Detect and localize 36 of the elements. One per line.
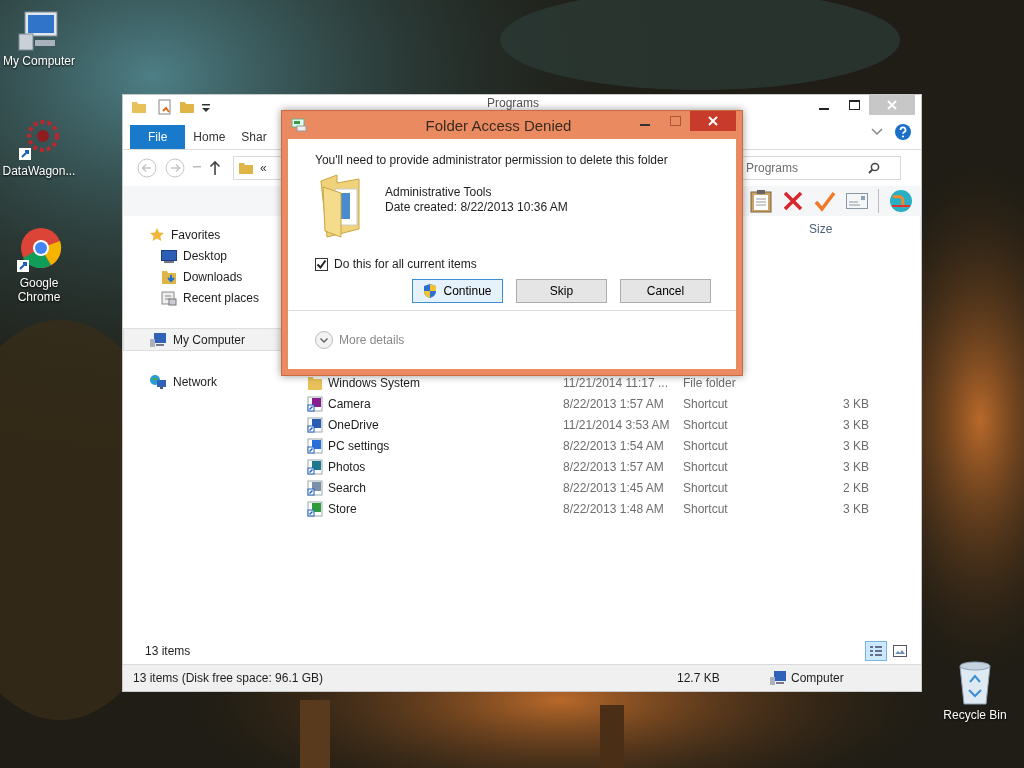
date-cell-text: 8/22/2013 1:54 AM bbox=[563, 438, 665, 453]
size-cell-text: 3 KB bbox=[842, 501, 869, 516]
date-cell-text: 11/21/2014 11:17 ... bbox=[563, 375, 669, 390]
nav-label: Desktop bbox=[183, 248, 228, 263]
date-cell-text: 11/21/2014 3:53 AM bbox=[563, 417, 671, 432]
size-cell-text: 3 KB bbox=[842, 396, 869, 411]
item-date: Date created: 8/22/2013 10:36 AM bbox=[385, 200, 568, 215]
nav-label: Recent places bbox=[183, 290, 260, 305]
dialog-title: Folder Access Denied bbox=[424, 116, 573, 134]
type-cell-text: Shortcut bbox=[683, 438, 729, 453]
date-cell-text: 8/22/2013 1:48 AM bbox=[563, 501, 665, 516]
status-size: 12.7 KB bbox=[677, 671, 721, 685]
type-cell-text: Shortcut bbox=[683, 396, 729, 411]
address-path: « bbox=[260, 161, 267, 175]
date-cell-text: 8/22/2013 1:57 AM bbox=[563, 459, 665, 474]
dialog-message: You'll need to provide administrator permission to delete this folder bbox=[315, 153, 669, 167]
nav-label: Downloads bbox=[183, 269, 243, 284]
nav-label: Favorites bbox=[171, 227, 221, 242]
status-location: Computer bbox=[791, 671, 844, 685]
size-cell-text: 3 KB bbox=[842, 438, 869, 453]
type-cell-text: Shortcut bbox=[683, 480, 729, 495]
size-cell-text: 2 KB bbox=[842, 480, 869, 495]
nav-label: My Computer bbox=[173, 332, 246, 347]
type-cell-text: Shortcut bbox=[683, 417, 729, 432]
date-cell-text: 8/22/2013 1:57 AM bbox=[563, 396, 665, 411]
nav-label: Network bbox=[173, 374, 217, 389]
item-count: 13 items bbox=[145, 644, 191, 658]
item-name: Administrative Tools bbox=[385, 185, 493, 200]
date-cell-text: 8/22/2013 1:45 AM bbox=[563, 480, 665, 495]
size-cell-text: 3 KB bbox=[842, 417, 869, 432]
window-title: Programs bbox=[487, 96, 539, 110]
size-cell-text: 3 KB bbox=[842, 459, 869, 474]
type-cell-text: Shortcut bbox=[683, 501, 729, 516]
type-cell-text: File folder bbox=[683, 375, 737, 390]
type-cell-text: Shortcut bbox=[683, 459, 729, 474]
status-text: 13 items (Disk free space: 96.1 GB) bbox=[133, 671, 325, 685]
